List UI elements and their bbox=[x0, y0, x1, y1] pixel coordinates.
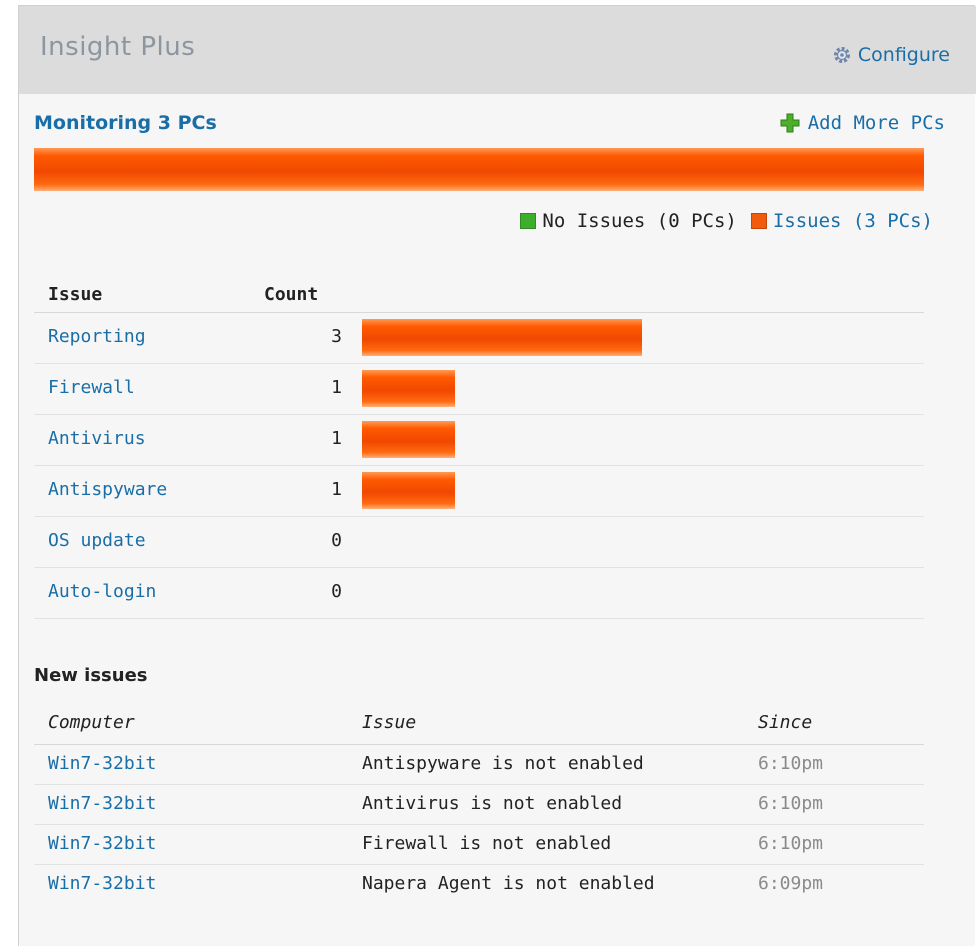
add-more-pcs-link[interactable]: Add More PCs bbox=[780, 112, 945, 134]
plus-icon bbox=[780, 113, 800, 133]
issue-count: 0 bbox=[331, 581, 342, 602]
add-more-pcs-label: Add More PCs bbox=[807, 112, 945, 134]
issue-row: Firewall 1 bbox=[34, 364, 924, 415]
issue-since-time: 6:09pm bbox=[758, 873, 824, 894]
new-issue-row: Win7-32bit Antispyware is not enabled 6:10… bbox=[34, 745, 924, 785]
new-issues-title: New issues bbox=[34, 665, 148, 686]
issue-count-bar bbox=[362, 421, 455, 458]
issue-count: 1 bbox=[331, 479, 342, 500]
issue-count-bar bbox=[362, 370, 455, 407]
legend-issues[interactable]: Issues (3 PCs) bbox=[750, 210, 933, 232]
issues-status-bar bbox=[34, 148, 924, 191]
new-issue-row: Win7-32bit Antivirus is not enabled 6:10pm bbox=[34, 785, 924, 825]
issue-row: Antivirus 1 bbox=[34, 415, 924, 466]
computer-link[interactable]: Win7-32bit bbox=[48, 833, 156, 854]
issue-name-link[interactable]: OS update bbox=[48, 530, 146, 551]
issue-count: 1 bbox=[331, 428, 342, 449]
status-legend: No Issues (0 PCs) Issues (3 PCs) bbox=[506, 210, 933, 232]
count-column-header: Count bbox=[264, 284, 319, 305]
configure-link[interactable]: Configure bbox=[832, 44, 950, 66]
issue-count: 1 bbox=[331, 377, 342, 398]
issue-name-link[interactable]: Reporting bbox=[48, 326, 146, 347]
issue-column-header: Issue bbox=[48, 284, 103, 305]
monitoring-title[interactable]: Monitoring 3 PCs bbox=[34, 112, 217, 134]
legend-no-issues-label: No Issues (0 PCs) bbox=[542, 210, 737, 232]
issue-description: Antispyware is not enabled bbox=[362, 753, 644, 774]
issue-description: Firewall is not enabled bbox=[362, 833, 612, 854]
issue-since-time: 6:10pm bbox=[758, 833, 824, 854]
issue-count-bar bbox=[362, 472, 455, 509]
issue-count-table: Issue Count Reporting 3 Firewall 1 Antivirus… bbox=[34, 280, 924, 619]
issue-name-link[interactable]: Auto-login bbox=[48, 581, 156, 602]
computer-column-header: Computer bbox=[48, 712, 135, 733]
legend-swatch-orange bbox=[750, 213, 767, 229]
new-issues-table: Computer Issue Since Win7-32bit Antispywa… bbox=[34, 708, 924, 904]
new-issues-header: Computer Issue Since bbox=[34, 708, 924, 745]
issue-count-bar bbox=[362, 319, 642, 356]
issue-row: OS update 0 bbox=[34, 517, 924, 568]
since-column-header: Since bbox=[758, 712, 813, 733]
issue-count: 3 bbox=[331, 326, 342, 347]
panel-title: Insight Plus bbox=[40, 32, 196, 62]
issue-row: Antispyware 1 bbox=[34, 466, 924, 517]
issue-column-header: Issue bbox=[362, 712, 417, 733]
new-issue-row: Win7-32bit Napera Agent is not enabled 6:0… bbox=[34, 865, 924, 904]
legend-no-issues: No Issues (0 PCs) bbox=[520, 210, 737, 232]
issue-since-time: 6:10pm bbox=[758, 793, 824, 814]
issue-name-link[interactable]: Antispyware bbox=[48, 479, 167, 500]
issue-row: Reporting 3 bbox=[34, 313, 924, 364]
issue-name-link[interactable]: Antivirus bbox=[48, 428, 146, 449]
issue-since-time: 6:10pm bbox=[758, 753, 824, 774]
issue-table-header: Issue Count bbox=[34, 280, 924, 313]
issue-description: Antivirus is not enabled bbox=[362, 793, 623, 814]
configure-label: Configure bbox=[857, 44, 950, 66]
new-issue-row: Win7-32bit Firewall is not enabled 6:10pm bbox=[34, 825, 924, 865]
issue-name-link[interactable]: Firewall bbox=[48, 377, 135, 398]
issue-description: Napera Agent is not enabled bbox=[362, 873, 655, 894]
computer-link[interactable]: Win7-32bit bbox=[48, 753, 156, 774]
issue-count: 0 bbox=[331, 530, 342, 551]
gear-icon bbox=[833, 47, 850, 63]
panel-header: Insight Plus Configure bbox=[19, 6, 976, 94]
computer-link[interactable]: Win7-32bit bbox=[48, 873, 156, 894]
legend-issues-label: Issues (3 PCs) bbox=[772, 210, 933, 232]
legend-swatch-green bbox=[520, 213, 537, 229]
computer-link[interactable]: Win7-32bit bbox=[48, 793, 156, 814]
issue-row: Auto-login 0 bbox=[34, 568, 924, 619]
